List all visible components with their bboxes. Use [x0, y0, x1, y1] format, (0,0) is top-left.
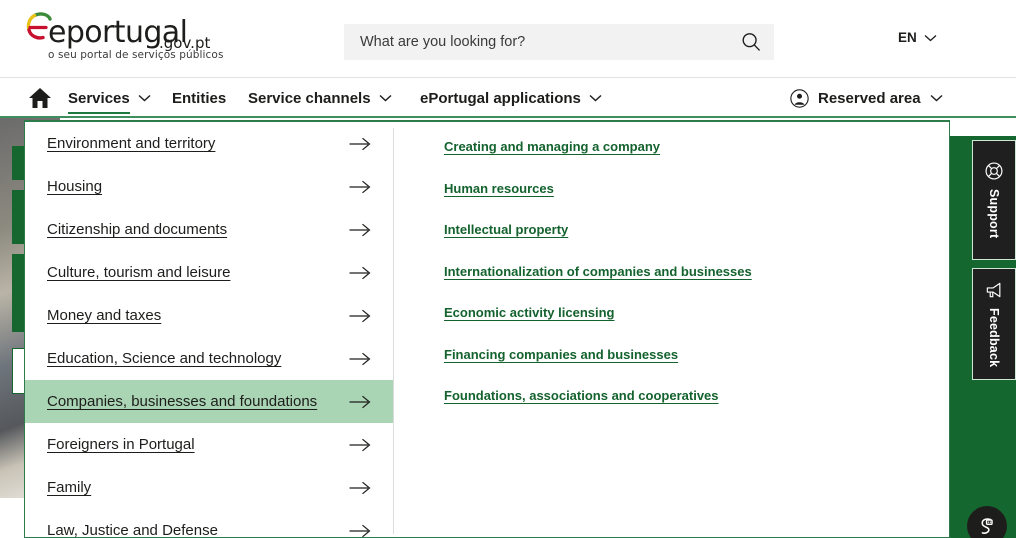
site-logo[interactable]: eportugal .gov.pt o seu portal de serviç… — [26, 12, 236, 64]
subcategory-link[interactable]: Economic activity licensing — [444, 306, 949, 319]
main-navigation: Services Entities Service channels ePort… — [0, 78, 1016, 118]
category-item[interactable]: Money and taxes — [25, 294, 393, 337]
category-label: Culture, tourism and leisure — [47, 264, 231, 281]
arrow-right-icon — [349, 223, 371, 236]
arrow-right-icon — [349, 481, 371, 494]
chat-assistant-icon — [981, 518, 993, 534]
nav-label-services: Services — [68, 89, 130, 114]
nav-item-services[interactable]: Services — [68, 78, 151, 118]
category-item[interactable]: Foreigners in Portugal — [25, 423, 393, 466]
logo-tagline: o seu portal de serviços públicos — [48, 49, 224, 61]
support-label: Support — [987, 189, 1001, 239]
service-subcategory-panel: Creating and managing a company Human res… — [394, 122, 949, 537]
language-selector[interactable]: EN — [898, 30, 937, 45]
nav-item-entities[interactable]: Entities — [172, 78, 226, 118]
arrow-right-icon — [349, 352, 371, 365]
subcategory-link[interactable]: Financing companies and businesses — [444, 348, 949, 361]
megaphone-icon — [986, 283, 1001, 298]
category-label: Citizenship and documents — [47, 221, 228, 238]
arrow-right-icon — [349, 266, 371, 279]
arrow-right-icon — [349, 524, 371, 537]
category-item[interactable]: Education, Science and technology — [25, 337, 393, 380]
category-label: Family — [47, 479, 92, 496]
home-icon[interactable] — [28, 87, 52, 109]
nav-label-entities: Entities — [172, 89, 227, 107]
reserved-area-label: Reserved area — [818, 89, 921, 107]
category-label: Companies, businesses and foundations — [47, 393, 318, 410]
site-header: eportugal .gov.pt o seu portal de serviç… — [0, 0, 1016, 78]
subcategory-list-item: Internationalization of companies and bu… — [394, 265, 949, 278]
nav-item-eportugal-applications[interactable]: ePortugal applications — [420, 78, 602, 118]
feedback-label: Feedback — [987, 308, 1001, 368]
chevron-down-icon — [930, 94, 943, 102]
subcategory-link-list: Creating and managing a company Human res… — [394, 122, 949, 402]
category-item[interactable]: Companies, businesses and foundations — [25, 380, 393, 423]
reserved-area-button[interactable]: Reserved area — [790, 78, 943, 118]
arrow-right-icon — [349, 137, 371, 150]
support-button[interactable]: Support — [972, 140, 1016, 260]
subcategory-link[interactable]: Intellectual property — [444, 223, 949, 236]
subcategory-list-item: Economic activity licensing — [394, 306, 949, 319]
side-widget-rail: Support Feedback — [972, 140, 1016, 380]
category-label: Education, Science and technology — [47, 350, 282, 367]
category-item[interactable]: Law, Justice and Defense — [25, 509, 393, 538]
category-label: Environment and territory — [47, 135, 216, 152]
category-label: Foreigners in Portugal — [47, 436, 195, 453]
services-mega-menu: Environment and territory Housing Citizens… — [24, 120, 950, 538]
subcategory-list-item: Foundations, associations and cooperativ… — [394, 389, 949, 402]
subcategory-list-item: Creating and managing a company — [394, 140, 949, 153]
category-item[interactable]: Housing — [25, 165, 393, 208]
category-label: Housing — [47, 178, 103, 195]
nav-item-service-channels[interactable]: Service channels — [248, 78, 392, 118]
subcategory-link[interactable]: Human resources — [444, 182, 949, 195]
category-item[interactable]: Environment and territory — [25, 122, 393, 165]
category-item[interactable]: Culture, tourism and leisure — [25, 251, 393, 294]
subcategory-link[interactable]: Foundations, associations and cooperativ… — [444, 389, 949, 402]
chevron-down-icon — [589, 94, 602, 102]
subcategory-list-item: Human resources — [394, 182, 949, 195]
nav-label-eportugal-applications: ePortugal applications — [420, 89, 581, 107]
category-item[interactable]: Family — [25, 466, 393, 509]
lifebuoy-icon — [985, 162, 1003, 180]
subcategory-link[interactable]: Creating and managing a company — [444, 140, 949, 153]
chevron-down-icon — [138, 94, 151, 102]
chevron-down-icon — [924, 34, 937, 41]
arrow-right-icon — [349, 395, 371, 408]
subcategory-list-item: Intellectual property — [394, 223, 949, 236]
subcategory-list-item: Financing companies and businesses — [394, 348, 949, 361]
language-label: EN — [898, 30, 917, 45]
search-input[interactable] — [360, 34, 740, 50]
nav-label-service-channels: Service channels — [248, 89, 371, 107]
category-item[interactable]: Citizenship and documents — [25, 208, 393, 251]
chevron-down-icon — [379, 94, 392, 102]
user-circle-icon — [790, 88, 809, 108]
subcategory-link[interactable]: Internationalization of companies and bu… — [444, 265, 949, 278]
arrow-right-icon — [349, 180, 371, 193]
search-icon[interactable] — [740, 31, 762, 53]
arrow-right-icon — [349, 438, 371, 451]
service-category-list: Environment and territory Housing Citizens… — [25, 122, 393, 538]
feedback-button[interactable]: Feedback — [972, 268, 1016, 380]
chat-assistant-button[interactable] — [967, 506, 1007, 538]
category-label: Money and taxes — [47, 307, 162, 324]
search-box[interactable] — [344, 24, 774, 60]
category-label: Law, Justice and Defense — [47, 522, 218, 538]
arrow-right-icon — [349, 309, 371, 322]
